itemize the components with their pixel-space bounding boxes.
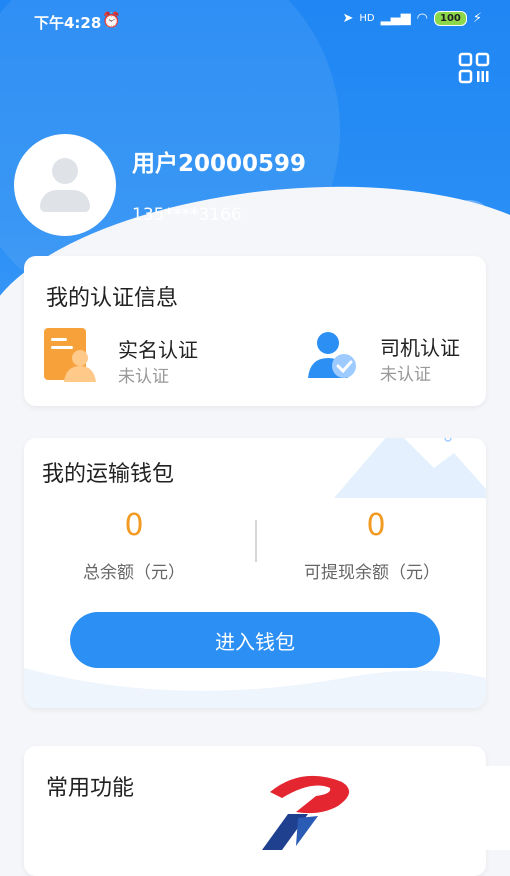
driver-verified-icon	[308, 332, 356, 378]
driver-auth-status: 未认证	[380, 365, 431, 385]
mountain-decoration: +	[334, 438, 486, 498]
status-time: 下午4:28	[34, 14, 102, 32]
alarm-icon: ⏰	[102, 11, 121, 29]
total-balance-amount: 0	[124, 508, 144, 543]
avatar-head-icon	[52, 158, 78, 184]
location-icon: ➤	[342, 11, 354, 26]
driver-auth[interactable]: 司机认证 未认证	[306, 328, 476, 386]
real-name-auth-status: 未认证	[118, 367, 169, 387]
charging-icon: ⚡	[472, 11, 482, 26]
id-card-icon	[44, 328, 96, 382]
brand-logo-icon	[262, 775, 350, 850]
status-bar: 下午4:28 ⏰ ➤ HD ▂▄▆ ◠ 100 ⚡	[0, 0, 510, 44]
status-icons: ➤ HD ▂▄▆ ◠ 100 ⚡	[342, 11, 482, 26]
username: 用户20000599	[132, 151, 307, 177]
driver-auth-label: 司机认证	[380, 336, 460, 360]
cell-signal-icon: ▂▄▆	[380, 11, 411, 26]
withdrawable-amount: 0	[366, 508, 386, 543]
bottom-overlay	[370, 766, 510, 850]
wallet-card: + 我的运输钱包 0 总余额（元） 0 可提现余额（元） 进入钱包	[24, 438, 486, 708]
withdrawable-label: 可提现余额（元）	[304, 563, 440, 583]
auth-card: 我的认证信息 实名认证 未认证 司机认证 未认证	[24, 256, 486, 406]
wallet-divider	[255, 520, 257, 562]
phone-number: 135****3166	[132, 205, 242, 225]
avatar[interactable]	[14, 134, 116, 236]
real-name-auth-label: 实名认证	[118, 338, 198, 362]
wallet-card-title: 我的运输钱包	[42, 462, 175, 487]
battery-icon: 100	[433, 11, 467, 26]
signal-icon: HD	[359, 13, 375, 24]
real-name-auth[interactable]: 实名认证 未认证	[44, 328, 244, 387]
auth-card-title: 我的认证信息	[46, 286, 179, 311]
wifi-icon: ◠	[416, 11, 428, 26]
avatar-body-icon	[40, 190, 90, 212]
enter-wallet-button[interactable]: 进入钱包	[70, 612, 440, 668]
functions-card-title: 常用功能	[46, 776, 135, 801]
total-balance-label: 总余额（元）	[83, 563, 185, 583]
qr-scan-icon[interactable]	[458, 52, 490, 84]
